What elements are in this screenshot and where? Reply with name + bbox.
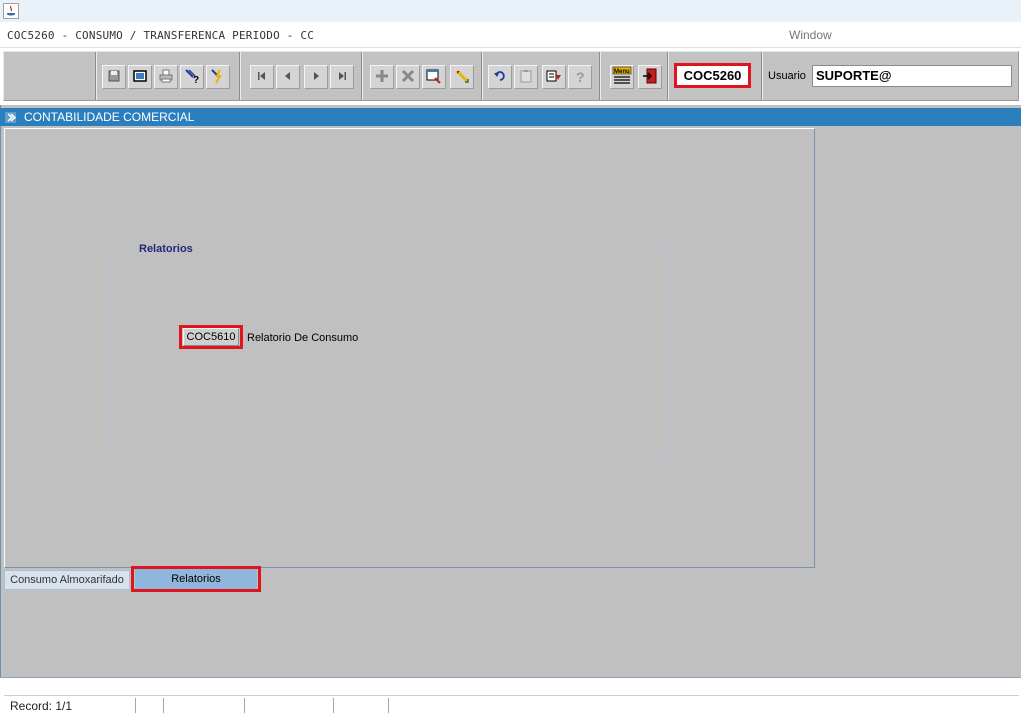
usuario-field[interactable]: SUPORTE@ xyxy=(812,65,1012,87)
query-help-icon: ? xyxy=(184,68,200,87)
relatorios-frame-title: Relatorios xyxy=(135,243,197,255)
menu-icon: Menu xyxy=(612,66,632,89)
undo-icon xyxy=(493,69,507,86)
record-indicator: Record: 1/1 xyxy=(10,699,73,713)
lov-icon xyxy=(546,68,562,87)
status-separator xyxy=(163,698,164,713)
java-title-bar xyxy=(0,0,1021,22)
save-button[interactable] xyxy=(102,65,126,89)
query-help-button[interactable]: ? xyxy=(180,65,204,89)
list-of-values-button[interactable] xyxy=(542,65,566,89)
java-icon xyxy=(3,3,19,19)
status-bar: Record: 1/1 xyxy=(0,677,1021,715)
undo-button[interactable] xyxy=(488,65,512,89)
toolbar-group-empty xyxy=(4,52,96,100)
next-record-button[interactable] xyxy=(304,65,328,89)
section-header: CONTABILIDADE COMERCIAL xyxy=(0,108,1021,126)
edit-record-icon xyxy=(454,68,470,87)
clipboard-button[interactable] xyxy=(514,65,538,89)
delete-record-button[interactable] xyxy=(396,65,420,89)
svg-text:?: ? xyxy=(193,75,199,84)
tab-consumo-almoxarifado[interactable]: Consumo Almoxarifado xyxy=(4,570,130,590)
section-title: CONTABILIDADE COMERCIAL xyxy=(24,110,195,124)
insert-record-icon xyxy=(375,69,389,86)
duplicate-record-button[interactable] xyxy=(422,65,446,89)
svg-text:?: ? xyxy=(576,69,585,83)
first-record-button[interactable] xyxy=(250,65,274,89)
exit-icon xyxy=(642,68,658,87)
status-line: Record: 1/1 xyxy=(4,695,1019,714)
help-button[interactable]: ? xyxy=(568,65,592,89)
report-coc5610-button[interactable]: COC5610 xyxy=(183,328,239,346)
form-code-field: COC5260 xyxy=(674,63,751,88)
execute-query-button[interactable] xyxy=(206,65,230,89)
print-icon xyxy=(159,69,173,86)
window-button[interactable] xyxy=(128,65,152,89)
report-label: Relatorio De Consumo xyxy=(247,332,359,344)
insert-record-button[interactable] xyxy=(370,65,394,89)
tab-relatorios[interactable]: Relatorios xyxy=(135,569,257,589)
duplicate-record-icon xyxy=(426,68,442,87)
print-button[interactable] xyxy=(154,65,178,89)
status-separator xyxy=(333,698,334,713)
window-title: COC5260 - CONSUMO / TRANSFERENCA PERIODO… xyxy=(7,29,315,42)
execute-query-icon xyxy=(210,68,226,87)
menu-bar: COC5260 - CONSUMO / TRANSFERENCA PERIODO… xyxy=(0,22,1021,48)
status-separator xyxy=(244,698,245,713)
previous-record-icon xyxy=(283,70,293,84)
status-separator xyxy=(135,698,136,713)
previous-record-button[interactable] xyxy=(276,65,300,89)
usuario-label: Usuario xyxy=(768,70,806,82)
edit-record-button[interactable] xyxy=(450,65,474,89)
next-record-icon xyxy=(311,70,321,84)
menu-icon-label: Menu xyxy=(614,69,630,75)
status-separator xyxy=(388,698,389,713)
save-icon xyxy=(107,69,121,86)
window-icon xyxy=(133,69,147,86)
relatorios-frame xyxy=(111,250,672,455)
first-record-icon xyxy=(257,70,267,84)
collapse-icon[interactable] xyxy=(5,111,16,123)
clipboard-icon xyxy=(519,69,533,86)
menu-window[interactable]: Window xyxy=(789,28,832,42)
help-icon: ? xyxy=(573,69,587,86)
delete-record-icon xyxy=(401,69,415,86)
menu-button[interactable]: Menu xyxy=(610,65,634,89)
last-record-icon xyxy=(337,70,347,84)
exit-button[interactable] xyxy=(638,65,662,89)
last-record-button[interactable] xyxy=(330,65,354,89)
